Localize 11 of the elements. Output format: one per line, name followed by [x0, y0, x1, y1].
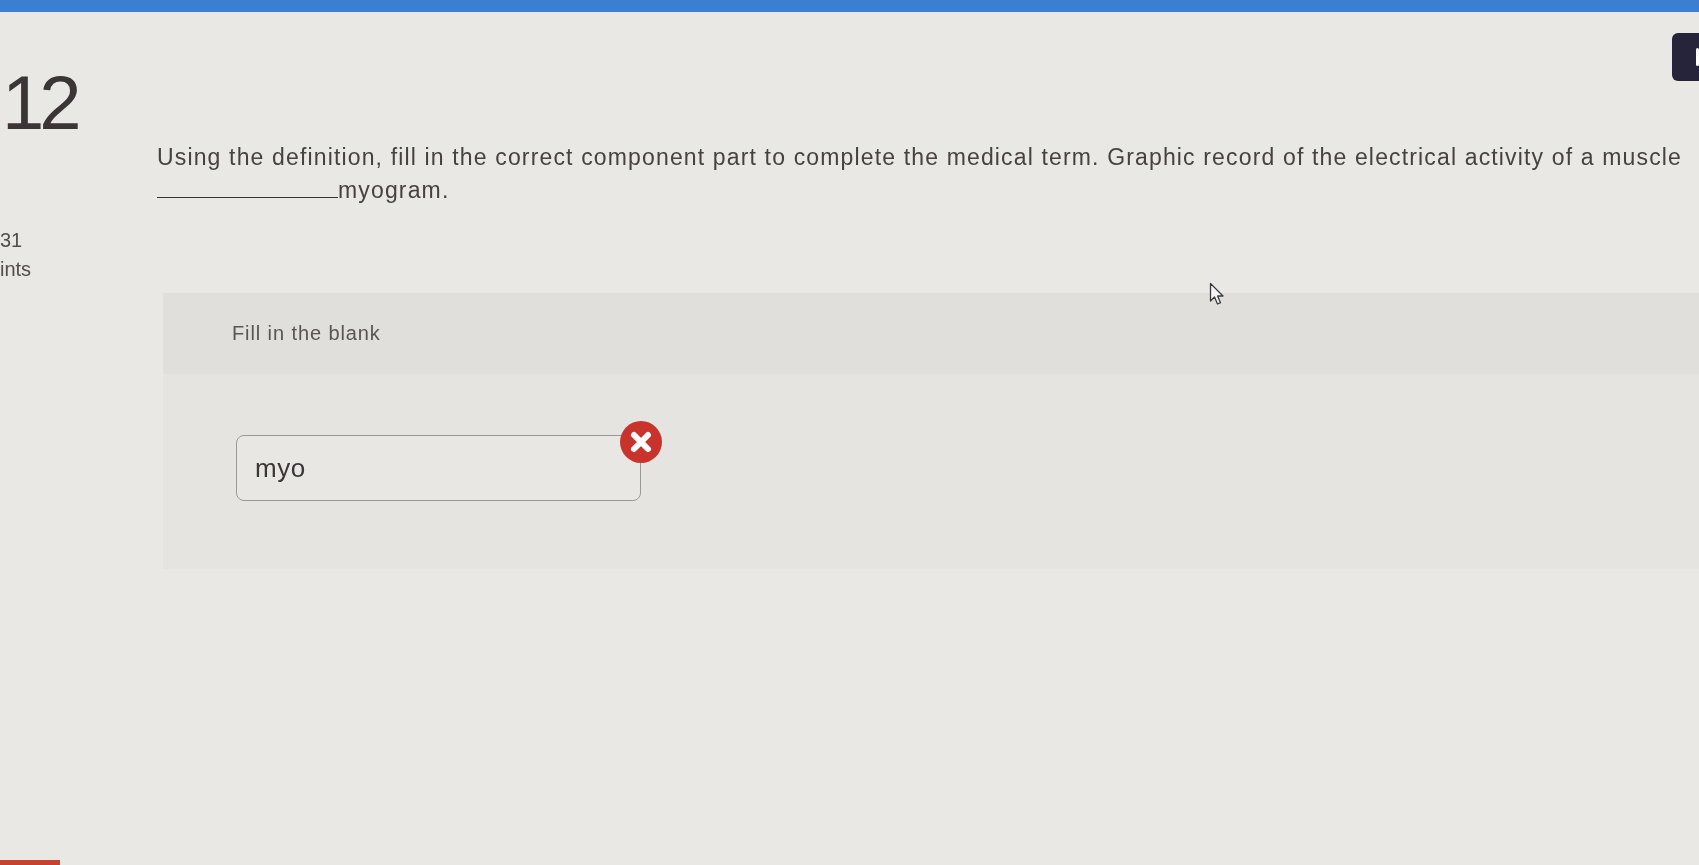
partial-glyph-icon: [1696, 48, 1699, 66]
accent-strip: [0, 860, 60, 865]
points-label: ints: [0, 257, 32, 282]
answer-field[interactable]: myo: [236, 435, 641, 501]
blank-suffix-text: myogram.: [338, 176, 450, 205]
pointer-icon: [1209, 282, 1225, 306]
answer-heading: Fill in the blank: [232, 322, 381, 345]
question-text: Using the definition, fill in the correct component part to complete the medical term. Graphic record of the electrical activity of a muscle: [157, 143, 1682, 172]
cut-off-button[interactable]: [1672, 33, 1699, 81]
points-value: 31: [0, 228, 23, 253]
question-number: 12: [1, 65, 77, 141]
